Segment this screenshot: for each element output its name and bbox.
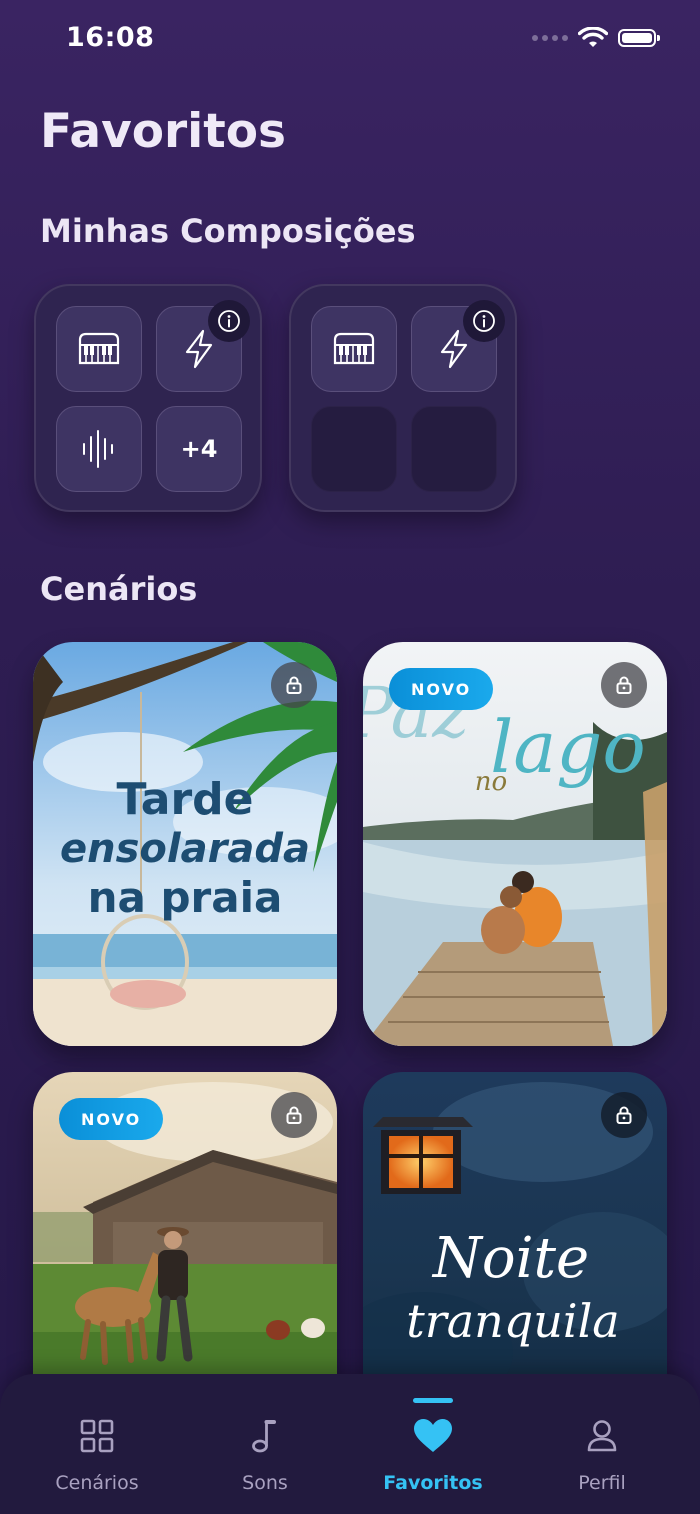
battery-icon <box>618 29 660 47</box>
status-icons <box>532 27 660 49</box>
lock-icon <box>616 676 632 694</box>
lock-badge <box>271 1092 317 1138</box>
scenario-title-line: lago <box>490 705 645 789</box>
lock-badge <box>601 662 647 708</box>
empty-tile <box>411 406 497 492</box>
lightning-icon <box>185 329 213 369</box>
lock-icon <box>286 676 302 694</box>
music-note-icon <box>252 1420 276 1453</box>
piano-icon <box>333 332 375 365</box>
person-icon <box>587 1420 617 1452</box>
page-title: Favoritos <box>40 104 287 159</box>
composition-card-2[interactable] <box>289 284 517 512</box>
tab-favoritos[interactable]: Favoritos <box>353 1374 513 1514</box>
piano-icon <box>78 332 120 365</box>
new-badge: NOVO <box>389 668 494 710</box>
scenario-title-line: Tarde <box>116 774 253 825</box>
composition-tile <box>56 306 142 392</box>
heart-icon <box>414 1419 452 1452</box>
tab-sons[interactable]: Sons <box>185 1374 345 1514</box>
scenario-title-line: Noite <box>431 1226 589 1291</box>
tab-cenarios[interactable]: Cenários <box>17 1374 177 1514</box>
lightning-icon <box>440 329 468 369</box>
status-bar: 16:08 <box>0 0 700 80</box>
info-icon <box>473 310 495 332</box>
info-button[interactable] <box>208 300 250 342</box>
lock-badge <box>271 662 317 708</box>
lock-icon <box>286 1106 302 1124</box>
scenario-title-line: ensolarada <box>60 826 310 872</box>
lock-badge <box>601 1092 647 1138</box>
info-icon <box>218 310 240 332</box>
tab-label: Cenários <box>55 1472 139 1494</box>
waveform-icon <box>83 430 113 468</box>
tab-label: Sons <box>242 1472 288 1494</box>
info-button[interactable] <box>463 300 505 342</box>
scenario-card-lake[interactable]: Paz no lago NOVO <box>363 642 667 1046</box>
tab-label: Favoritos <box>383 1472 483 1494</box>
compositions-section-title: Minhas Composições <box>40 212 416 250</box>
status-time: 16:08 <box>66 22 155 53</box>
tab-label: Perfil <box>578 1472 626 1494</box>
active-tab-indicator <box>413 1398 453 1403</box>
tab-perfil[interactable]: Perfil <box>522 1374 682 1514</box>
grid-icon <box>80 1419 114 1453</box>
more-count-label: +4 <box>180 435 218 463</box>
cellular-signal-icon <box>532 35 568 41</box>
new-badge: NOVO <box>59 1098 164 1140</box>
empty-tile <box>311 406 397 492</box>
tab-bar: Cenários Sons Favoritos Perfil <box>0 1374 700 1514</box>
scenario-title-line: na praia <box>88 873 283 922</box>
composition-card-1[interactable]: +4 <box>34 284 262 512</box>
composition-tile <box>311 306 397 392</box>
composition-tile <box>56 406 142 492</box>
scenario-card-beach[interactable]: Tarde ensolarada na praia <box>33 642 337 1046</box>
wifi-icon <box>578 27 608 47</box>
scenario-title-line: tranquila <box>406 1294 619 1348</box>
lock-icon <box>616 1106 632 1124</box>
scenarios-section-title: Cenários <box>40 570 198 608</box>
composition-more-count: +4 <box>156 406 242 492</box>
